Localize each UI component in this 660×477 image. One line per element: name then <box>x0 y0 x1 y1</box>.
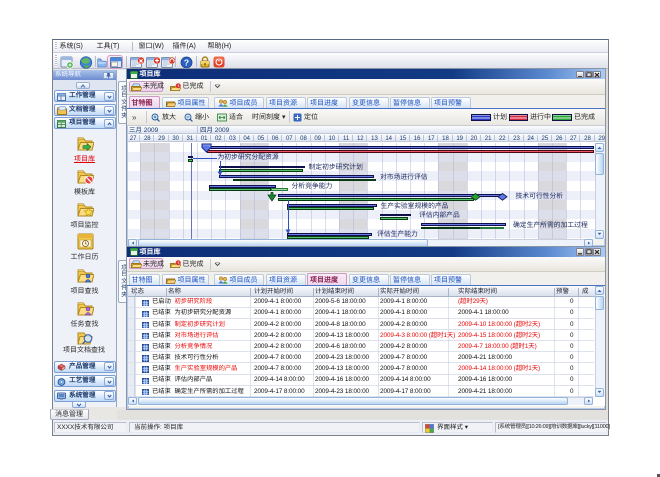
svg-text:?: ? <box>183 57 188 67</box>
